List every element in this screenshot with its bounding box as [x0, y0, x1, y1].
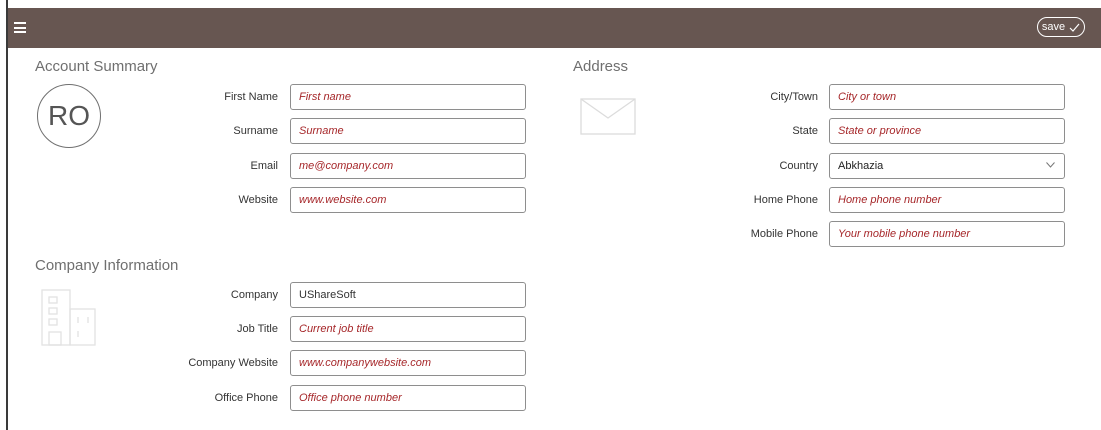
building-icon — [41, 289, 96, 346]
city-label: City/Town — [770, 91, 818, 103]
avatar-initials: RO — [48, 100, 90, 131]
surname-label: Surname — [233, 125, 278, 137]
chevron-down-icon — [1046, 162, 1055, 168]
surname-input[interactable] — [290, 118, 526, 144]
window-left-edge — [0, 0, 8, 430]
country-label: Country — [779, 160, 818, 172]
company-information-title: Company Information — [35, 257, 179, 274]
company-label: Company — [230, 289, 278, 301]
first-name-label: First Name — [224, 91, 278, 103]
home-phone-input[interactable] — [829, 187, 1065, 213]
avatar[interactable]: RO — [37, 84, 101, 148]
company-website-input[interactable] — [290, 350, 526, 376]
mobile-phone-label: Mobile Phone — [750, 228, 818, 240]
save-button[interactable]: save — [1037, 17, 1085, 37]
first-name-input[interactable] — [290, 84, 526, 110]
website-input[interactable] — [290, 187, 526, 213]
office-phone-input[interactable] — [290, 385, 526, 411]
city-input[interactable] — [829, 84, 1065, 110]
envelope-icon — [580, 98, 636, 135]
save-button-label: save — [1041, 21, 1066, 33]
country-select[interactable]: Abkhazia — [829, 153, 1065, 179]
top-toolbar: save — [8, 8, 1101, 48]
company-website-label: Company Website — [188, 357, 278, 369]
website-label: Website — [238, 194, 278, 206]
job-title-input[interactable] — [290, 316, 526, 342]
country-selected-value: Abkhazia — [838, 160, 884, 172]
account-summary-title: Account Summary — [35, 58, 158, 75]
state-input[interactable] — [829, 118, 1065, 144]
hamburger-menu-icon[interactable] — [14, 22, 26, 33]
state-label: State — [792, 125, 818, 137]
address-title: Address — [573, 58, 629, 75]
company-input[interactable] — [290, 282, 526, 308]
email-label: Email — [250, 160, 278, 172]
mobile-phone-input[interactable] — [829, 221, 1065, 247]
office-phone-label: Office Phone — [214, 392, 278, 404]
checkmark-icon — [1069, 23, 1080, 32]
email-input[interactable] — [290, 153, 526, 179]
job-title-label: Job Title — [237, 323, 278, 335]
home-phone-label: Home Phone — [753, 194, 818, 206]
